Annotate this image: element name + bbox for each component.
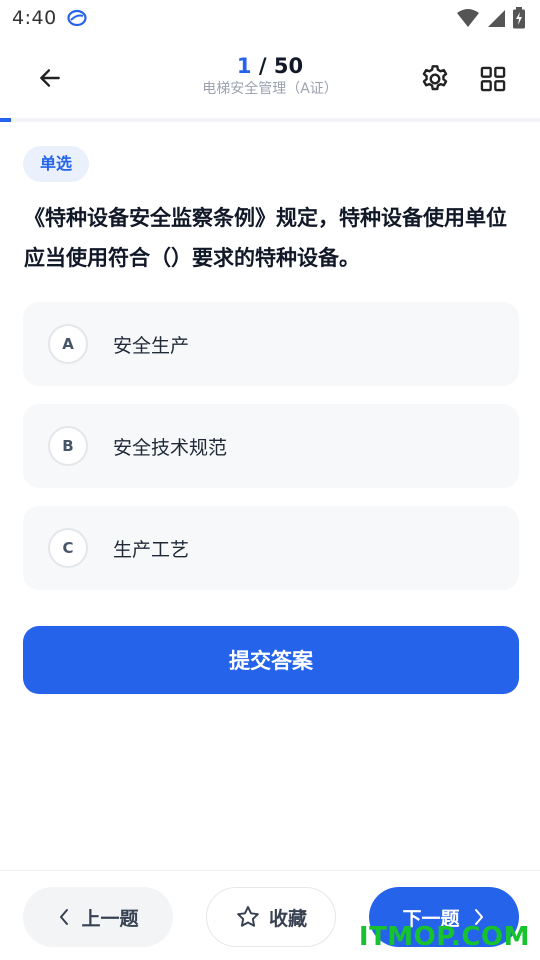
progress-fill <box>0 118 11 122</box>
arrow-left-icon <box>40 69 60 87</box>
question-counter: 1 / 50 <box>120 52 420 80</box>
app-bar: 1 / 50 电梯安全管理（A证） <box>0 36 540 118</box>
grid-icon <box>480 66 506 92</box>
gear-icon <box>422 65 448 91</box>
favorite-button[interactable]: 收藏 <box>206 887 336 947</box>
watermark: ITMOP.COM <box>358 922 530 952</box>
option-letter: A <box>48 324 88 364</box>
option-text: 安全生产 <box>113 334 190 357</box>
progress-bar <box>0 118 540 122</box>
option-letter: B <box>48 426 88 466</box>
total-questions: 50 <box>273 54 304 78</box>
settings-button[interactable] <box>414 58 456 100</box>
option-text: 安全技术规范 <box>113 436 228 459</box>
submit-answer-button[interactable]: 提交答案 <box>23 626 519 694</box>
option-b[interactable]: B 安全技术规范 <box>23 404 519 488</box>
chevron-left-icon <box>60 909 69 925</box>
option-letter: C <box>48 528 88 568</box>
signal-icon <box>488 10 505 27</box>
exam-subtitle: 电梯安全管理（A证） <box>202 81 338 97</box>
previous-question-button[interactable]: 上一题 <box>23 887 173 947</box>
wifi-icon <box>457 9 479 27</box>
status-indicators <box>456 7 526 29</box>
question-type-badge: 单选 <box>23 146 90 182</box>
previous-label: 上一题 <box>81 907 139 930</box>
battery-icon <box>513 7 525 29</box>
question-text: 《特种设备安全监察条例》规定，特种设备使用单位应当使用符合（）要求的特种设备。 <box>24 206 507 270</box>
app-notification-icon <box>67 9 87 27</box>
back-button[interactable] <box>30 58 70 98</box>
status-time: 4:40 <box>12 7 57 29</box>
option-c[interactable]: C 生产工艺 <box>23 506 519 590</box>
favorite-label: 收藏 <box>268 907 307 930</box>
question-grid-button[interactable] <box>472 58 514 100</box>
star-icon <box>237 906 259 927</box>
status-bar: 4:40 <box>0 0 540 36</box>
current-question-number: 1 <box>236 54 252 78</box>
option-a[interactable]: A 安全生产 <box>23 302 519 386</box>
option-text: 生产工艺 <box>113 538 190 561</box>
page-title: 1 / 50 电梯安全管理（A证） <box>120 52 420 98</box>
counter-separator: / <box>251 54 274 78</box>
